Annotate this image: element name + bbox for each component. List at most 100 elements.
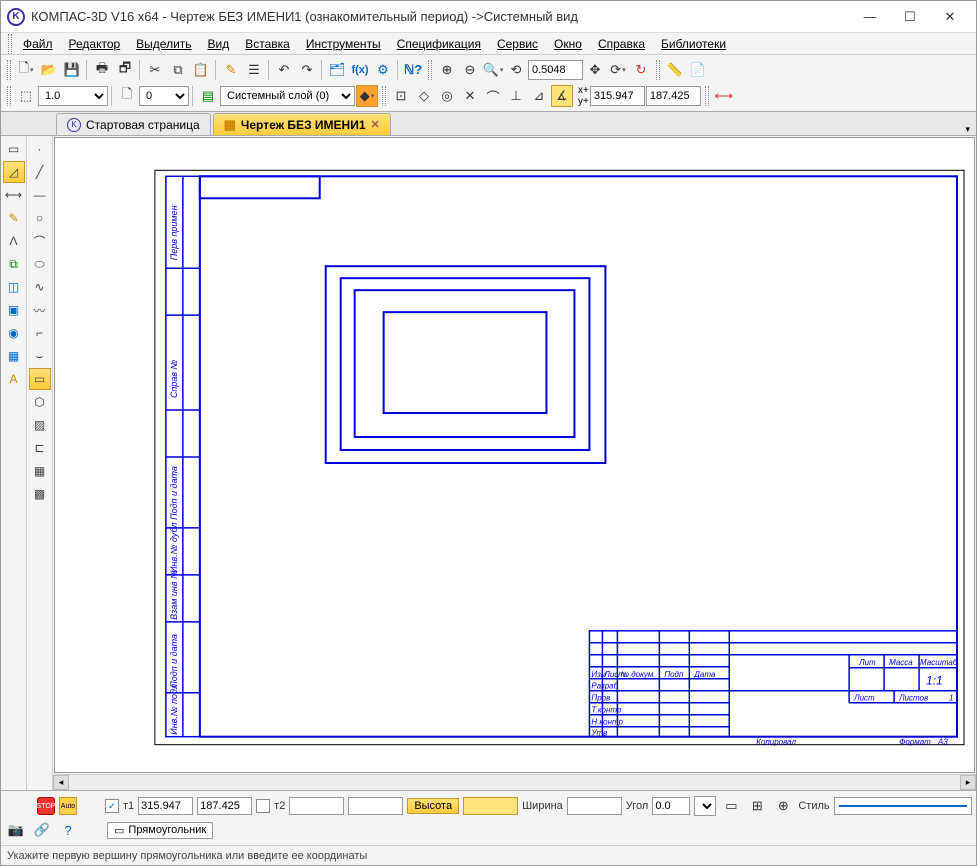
- pan-button[interactable]: ✥: [584, 59, 606, 81]
- zoom-out-button[interactable]: ⊖: [459, 59, 481, 81]
- param-tool[interactable]: ⧉: [3, 253, 25, 275]
- menu-help[interactable]: Справка: [590, 35, 653, 53]
- circle-tool[interactable]: ○: [29, 207, 51, 229]
- equidistant-tool[interactable]: ⊏: [29, 437, 51, 459]
- t2-y-input[interactable]: [348, 797, 403, 815]
- contour-tool[interactable]: ▨: [29, 414, 51, 436]
- ellipse-tool[interactable]: ⬭: [29, 253, 51, 275]
- edit-tool[interactable]: Λ: [3, 230, 25, 252]
- polygon-tool[interactable]: ⬡: [29, 391, 51, 413]
- geometry-tool[interactable]: ◿: [3, 161, 25, 183]
- t2-check[interactable]: [256, 799, 270, 813]
- tab-drawing[interactable]: ▦ Чертеж БЕЗ ИМЕНИ1 ✕: [213, 113, 391, 135]
- scroll-left-button[interactable]: ◂: [53, 775, 69, 790]
- orbit-button[interactable]: ⟳▾: [607, 59, 629, 81]
- menu-editor[interactable]: Редактор: [61, 35, 129, 53]
- angle-input[interactable]: [652, 797, 690, 815]
- spec-tool[interactable]: ◉: [3, 322, 25, 344]
- snap-tangent-button[interactable]: ⌒: [482, 85, 504, 107]
- minimize-button[interactable]: —: [850, 3, 890, 31]
- properties-button[interactable]: ☰: [243, 59, 265, 81]
- tab-start-page[interactable]: K Стартовая страница: [56, 113, 211, 135]
- point-tool[interactable]: ·: [29, 138, 51, 160]
- arc-tool[interactable]: ⌒: [29, 230, 51, 252]
- measure-tool[interactable]: ◫: [3, 276, 25, 298]
- chamfer-tool[interactable]: ⌐: [29, 322, 51, 344]
- zoom-window-button[interactable]: 🔍▾: [482, 59, 504, 81]
- spline-tool[interactable]: ∿: [29, 276, 51, 298]
- cut-button[interactable]: ✂: [144, 59, 166, 81]
- zoom-input[interactable]: [528, 60, 583, 80]
- dimension-button[interactable]: ⟷: [713, 85, 735, 107]
- aux-line-tool[interactable]: ╱: [29, 161, 51, 183]
- state-select[interactable]: 0: [139, 86, 189, 106]
- snap-intersect-button[interactable]: ✕: [459, 85, 481, 107]
- paste-button[interactable]: 📋: [190, 59, 212, 81]
- insert-tool[interactable]: A: [3, 368, 25, 390]
- menu-insert[interactable]: Вставка: [237, 35, 298, 53]
- rebuild-button[interactable]: ↻: [630, 59, 652, 81]
- hatch-tool[interactable]: ▦: [29, 460, 51, 482]
- prop-camera-button[interactable]: 📷: [5, 819, 27, 841]
- drawing-canvas[interactable]: Перв примен Справ № Подп и дата Инв.№ ду…: [54, 137, 975, 773]
- height-input[interactable]: [463, 797, 518, 815]
- tabs-dropdown[interactable]: ▾: [965, 124, 970, 135]
- rectangle-tool[interactable]: ▭: [29, 368, 51, 390]
- menu-view[interactable]: Вид: [200, 35, 238, 53]
- t2-x-input[interactable]: [289, 797, 344, 815]
- tab-close-icon[interactable]: ✕: [371, 118, 380, 131]
- copy-props-button[interactable]: ✎: [220, 59, 242, 81]
- axis-none-button[interactable]: ▭: [720, 795, 742, 817]
- variables-button[interactable]: f(x): [349, 59, 371, 81]
- report-button[interactable]: 📄: [687, 59, 709, 81]
- width-input[interactable]: [567, 797, 622, 815]
- assoc-tool[interactable]: ▣: [3, 299, 25, 321]
- menu-tools[interactable]: Инструменты: [298, 35, 389, 53]
- zoom-in-button[interactable]: ⊕: [436, 59, 458, 81]
- bezier-tool[interactable]: 〰: [29, 299, 51, 321]
- help-button[interactable]: ℕ?: [402, 59, 424, 81]
- style-select[interactable]: [834, 797, 972, 815]
- layer-select[interactable]: Системный слой (0): [220, 86, 355, 106]
- snap-mid-button[interactable]: ◇: [413, 85, 435, 107]
- object-tab[interactable]: ▭ Прямоугольник: [107, 822, 213, 839]
- layer-color-button[interactable]: ◆▾: [356, 85, 378, 107]
- snap-normal-button[interactable]: ⊥: [505, 85, 527, 107]
- snap-near-button[interactable]: ⊿: [528, 85, 550, 107]
- menu-spec[interactable]: Спецификация: [389, 35, 489, 53]
- menu-select[interactable]: Выделить: [128, 35, 199, 53]
- snap-end-button[interactable]: ⊡: [390, 85, 412, 107]
- print-preview-button[interactable]: 🗗: [114, 59, 136, 81]
- menu-service[interactable]: Сервис: [489, 35, 546, 53]
- menu-libraries[interactable]: Библиотеки: [653, 35, 734, 53]
- library-button[interactable]: ⚙: [372, 59, 394, 81]
- stop-button[interactable]: STOP: [37, 797, 55, 815]
- t1-x-input[interactable]: [138, 797, 193, 815]
- prop-link-button[interactable]: 🔗: [31, 819, 53, 841]
- open-button[interactable]: 📂: [38, 59, 60, 81]
- save-button[interactable]: 💾: [61, 59, 83, 81]
- undo-button[interactable]: ↶: [273, 59, 295, 81]
- h-scrollbar[interactable]: ◂ ▸: [53, 774, 976, 790]
- maximize-button[interactable]: ☐: [890, 3, 930, 31]
- scale-select[interactable]: 1.0: [38, 86, 108, 106]
- new-button[interactable]: 🗋▾: [15, 59, 37, 81]
- print-button[interactable]: 🖶: [91, 59, 113, 81]
- t1-check[interactable]: ✓: [105, 799, 119, 813]
- angle-dropdown[interactable]: [694, 796, 716, 816]
- select-tool[interactable]: ▭: [3, 138, 25, 160]
- snap-angle-button[interactable]: ∡: [551, 85, 573, 107]
- menu-window[interactable]: Окно: [546, 35, 590, 53]
- t1-y-input[interactable]: [197, 797, 252, 815]
- axis-both-button[interactable]: ⊞: [746, 795, 768, 817]
- reports-tool[interactable]: ▦: [3, 345, 25, 367]
- manager-button[interactable]: 🗂: [326, 59, 348, 81]
- line-tool[interactable]: —: [29, 184, 51, 206]
- annotations-tool[interactable]: ✎: [3, 207, 25, 229]
- coord-y-input[interactable]: [646, 86, 701, 106]
- layer-icon[interactable]: ▤: [197, 85, 219, 107]
- redo-button[interactable]: ↷: [296, 59, 318, 81]
- close-button[interactable]: ✕: [930, 3, 970, 31]
- coord-x-input[interactable]: [590, 86, 645, 106]
- prop-help-button[interactable]: ?: [57, 819, 79, 841]
